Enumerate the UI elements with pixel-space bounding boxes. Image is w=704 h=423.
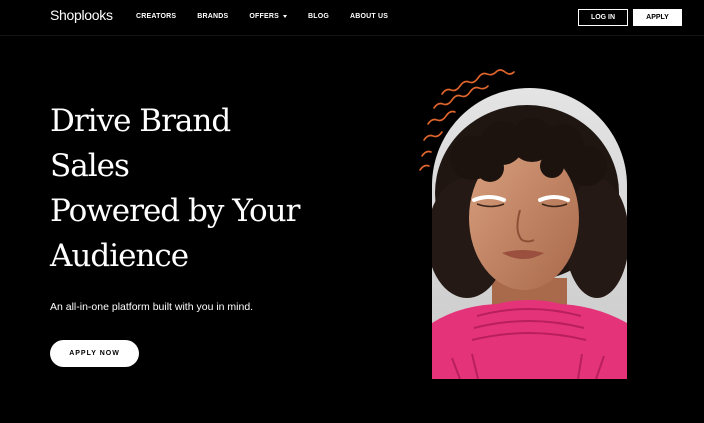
nav-item-label: BLOG [307,13,330,20]
site-header: Shoplooks CREATORS BRANDS OFFERS BLOG AB… [0,0,704,36]
main-nav: CREATORS BRANDS OFFERS BLOG ABOUT US [136,13,409,20]
nav-item-blog[interactable]: BLOG [308,13,329,20]
nav-item-brands[interactable]: BRANDS [197,13,228,20]
apply-now-button[interactable]: APPLY NOW [50,340,139,367]
hero-subtitle: An all-in-one platform built with you in… [50,301,254,313]
hero-title-line: Audience [50,238,189,274]
nav-item-label: BRANDS [197,13,229,20]
logo[interactable]: Shoplooks [50,7,113,23]
nav-item-label: CREATORS [136,13,177,20]
landing-page: Shoplooks CREATORS BRANDS OFFERS BLOG AB… [0,0,704,423]
hero-title-line: Drive Brand [50,103,231,139]
nav-item-offers[interactable]: OFFERS [249,13,287,20]
login-button[interactable]: LOG IN [578,9,628,26]
hero-title-line: Powered by Your [50,193,300,229]
hero-title: Drive Brand Sales Powered by Your Audien… [50,99,380,279]
nav-item-label: ABOUT US [350,13,389,20]
nav-item-label: OFFERS [249,13,279,20]
creator-portrait-image [432,88,627,379]
nav-item-creators[interactable]: CREATORS [136,13,176,20]
nav-item-about-us[interactable]: ABOUT US [350,13,388,20]
hero-title-line: Sales [50,148,130,184]
apply-button[interactable]: APPLY [633,9,682,26]
caret-down-icon [282,14,287,18]
